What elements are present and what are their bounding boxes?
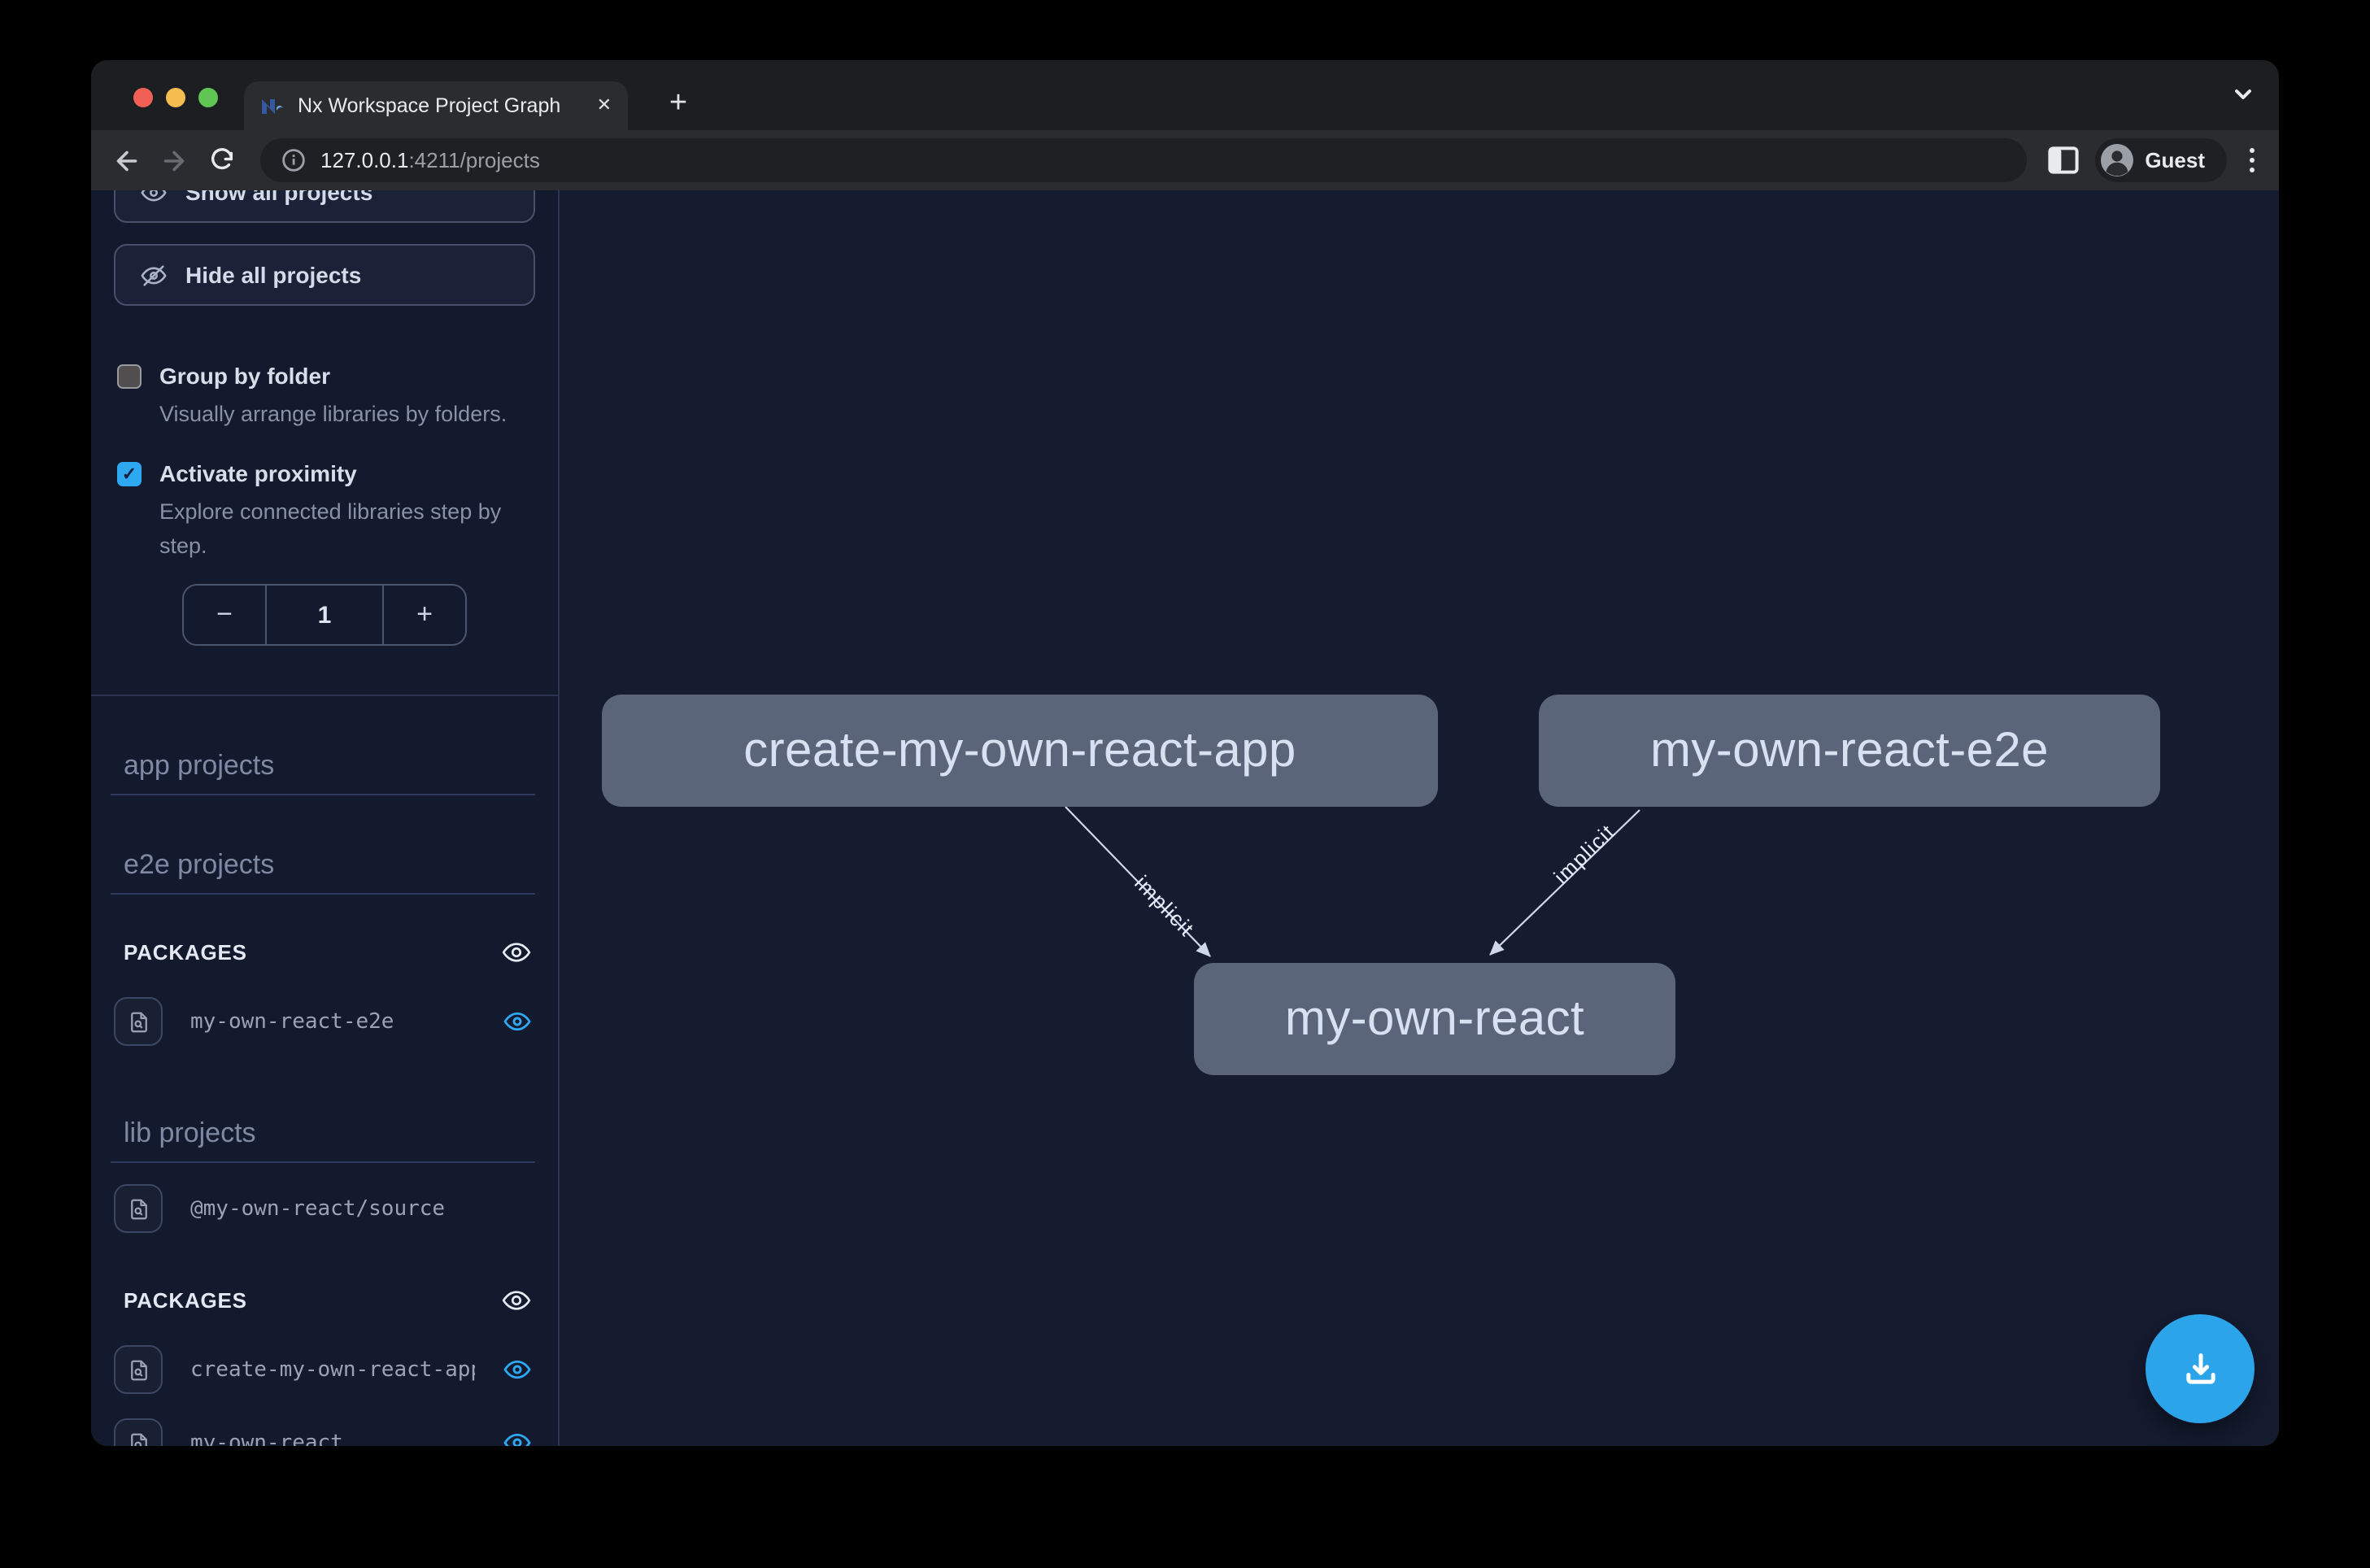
browser-titlebar: Nx Workspace Project Graph ✕ + [91, 60, 2279, 130]
show-all-projects-label: Show all projects [185, 190, 372, 205]
depth-value[interactable]: 1 [265, 586, 384, 644]
side-panel-icon[interactable] [2047, 146, 2078, 174]
profile-name: Guest [2145, 148, 2205, 172]
tab-close-icon[interactable]: ✕ [597, 97, 612, 115]
packages-heading: PACKAGES [124, 1288, 247, 1313]
packages-section-header: PACKAGES [114, 937, 535, 968]
file-search-icon[interactable] [114, 1184, 163, 1233]
project-row[interactable]: my-own-react-e2e [114, 997, 535, 1046]
back-icon[interactable] [109, 142, 145, 178]
minimize-window-button[interactable] [166, 88, 185, 107]
project-graph-canvas[interactable]: implicit implicit create-my-own-react-ap… [560, 190, 2279, 1446]
project-row[interactable]: my-own-react [114, 1418, 535, 1446]
sidebar-divider [91, 695, 558, 696]
eye-slash-icon [140, 261, 168, 289]
url-text: 127.0.0.1:4211/projects [320, 148, 540, 172]
tab-title: Nx Workspace Project Graph [298, 94, 584, 117]
avatar [2099, 143, 2133, 177]
project-name: @my-own-react/source [190, 1196, 535, 1221]
group-by-folder-description: Visually arrange libraries by folders. [159, 397, 507, 431]
project-name: my-own-react [190, 1431, 475, 1446]
profile-button[interactable]: Guest [2094, 138, 2226, 182]
e2e-projects-heading: e2e projects [111, 849, 535, 895]
new-tab-button[interactable]: + [657, 83, 699, 125]
project-row[interactable]: @my-own-react/source [114, 1184, 535, 1233]
close-window-button[interactable] [133, 88, 153, 107]
graph-node-my-own-react-e2e[interactable]: my-own-react-e2e [1539, 695, 2160, 807]
page-content: Show all projects Hide all projects Grou… [91, 190, 2279, 1446]
desktop: Nx Workspace Project Graph ✕ + [0, 0, 2370, 1568]
reload-icon[interactable] [203, 142, 239, 178]
project-visible-eye-icon[interactable] [503, 1007, 532, 1036]
file-search-icon[interactable] [114, 1345, 163, 1394]
group-by-folder-option: Group by folder Visually arrange librari… [114, 361, 535, 431]
download-icon [2179, 1348, 2221, 1390]
activate-proximity-label: Activate proximity [159, 459, 535, 488]
zoom-window-button[interactable] [198, 88, 218, 107]
project-name: create-my-own-react-app [190, 1357, 475, 1382]
project-row[interactable]: create-my-own-react-app [114, 1345, 535, 1394]
eye-icon [140, 190, 168, 206]
edge-label: implicit [1549, 819, 1619, 889]
activate-proximity-checkbox[interactable]: ✓ [117, 462, 142, 486]
proximity-depth-stepper: − 1 + [182, 584, 467, 646]
lib-projects-heading: lib projects [111, 1117, 535, 1163]
show-all-projects-button[interactable]: Show all projects [114, 190, 535, 223]
browser-toolbar: 127.0.0.1:4211/projects Guest [91, 130, 2279, 190]
project-visible-eye-icon[interactable] [503, 1428, 532, 1446]
download-graph-button[interactable] [2146, 1314, 2255, 1423]
packages-heading: PACKAGES [124, 940, 247, 965]
toggle-section-visibility-icon[interactable] [501, 1285, 532, 1316]
address-bar[interactable]: 127.0.0.1:4211/projects [260, 138, 2026, 182]
browser-tab[interactable]: Nx Workspace Project Graph ✕ [244, 81, 628, 130]
browser-menu-icon[interactable] [2242, 148, 2261, 173]
increment-button[interactable]: + [384, 586, 465, 644]
graph-node-create-my-own-react-app[interactable]: create-my-own-react-app [602, 695, 1438, 807]
graph-node-my-own-react[interactable]: my-own-react [1194, 963, 1675, 1075]
nx-logo-icon [260, 94, 285, 118]
hide-all-projects-label: Hide all projects [185, 262, 361, 288]
file-search-icon[interactable] [114, 997, 163, 1046]
project-name: my-own-react-e2e [190, 1009, 475, 1034]
forward-icon[interactable] [156, 142, 192, 178]
app-projects-heading: app projects [111, 750, 535, 795]
toggle-section-visibility-icon[interactable] [501, 937, 532, 968]
group-by-folder-checkbox[interactable] [117, 364, 142, 389]
hide-all-projects-button[interactable]: Hide all projects [114, 244, 535, 306]
file-search-icon[interactable] [114, 1418, 163, 1446]
traffic-lights [133, 88, 218, 107]
edge-label: implicit [1130, 870, 1200, 941]
activate-proximity-description: Explore connected libraries step by step… [159, 494, 535, 563]
chevron-down-icon[interactable] [2232, 83, 2255, 114]
project-visible-eye-icon[interactable] [503, 1355, 532, 1384]
decrement-button[interactable]: − [184, 586, 265, 644]
group-by-folder-label: Group by folder [159, 361, 507, 390]
browser-window: Nx Workspace Project Graph ✕ + [91, 60, 2279, 1446]
site-info-icon[interactable] [281, 148, 306, 172]
sidebar: Show all projects Hide all projects Grou… [91, 190, 560, 1446]
activate-proximity-option: ✓ Activate proximity Explore connected l… [114, 459, 535, 563]
graph-edges: implicit implicit [560, 190, 2279, 1446]
packages-section-header: PACKAGES [114, 1285, 535, 1316]
